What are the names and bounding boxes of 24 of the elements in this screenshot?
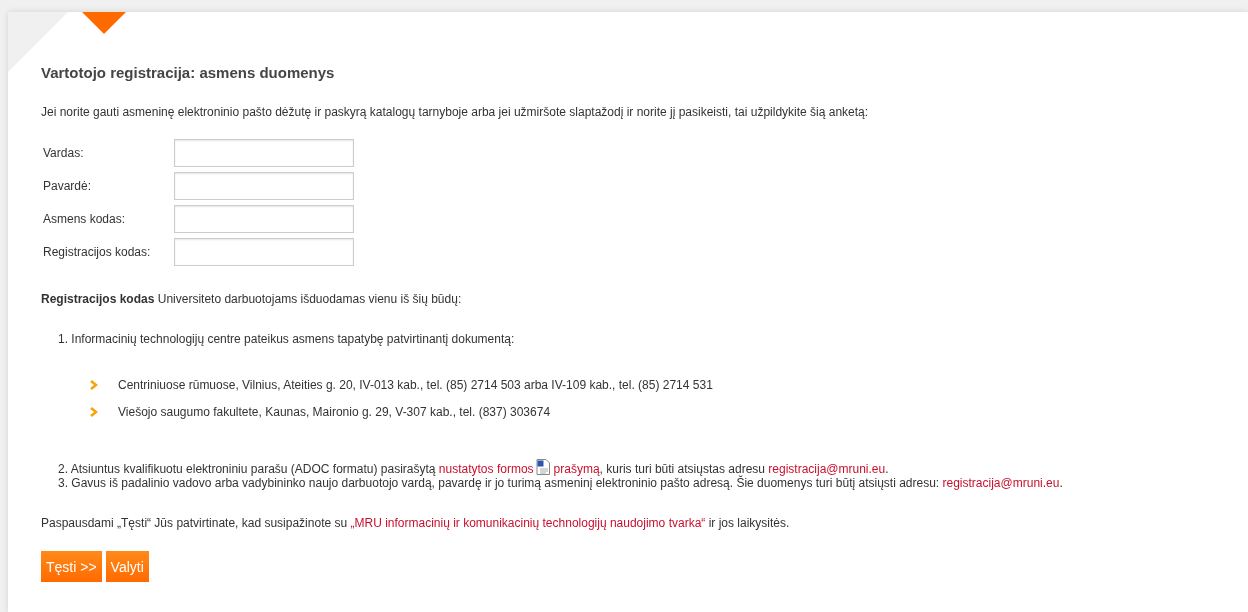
consent-text: Paspausdami „Tęsti“ Jūs patvirtinate, kad susipažinote su „MRU informacinių ir komunikacinių technologijų naudojimo tvarka“ ir jos laikysitės. <box>41 516 791 530</box>
list-item: 2. Atsiuntus kvalifikuotu elektroniniu parašu (ADOC formatu) pasirašytą nustatytos formos prašymą, kuris turi būti atsiųstas adresu registracija@mruni.eu. <box>58 459 1248 476</box>
location-text: Viešojo saugumo fakultete, Kaunas, Maironio g. 29, V-307 kab., tel. (837) 303674 <box>118 405 551 419</box>
link[interactable]: „MRU informacinių ir komunikacinių technologijų naudojimo tvarka“ <box>350 516 706 530</box>
registration-note: Registracijos kodas Universiteto darbuotojams išduodamas vienu iš šių būdų: <box>41 292 463 306</box>
input-field[interactable] <box>174 139 354 167</box>
location-text: Centriniuose rūmuose, Vilnius, Ateities g. 20, IV-013 kab., tel. (85) 2714 503 arba IV-109 kab., tel. (85) 2714 531 <box>118 378 713 392</box>
list-item: 3. Gavus iš padalinio vadovo arba vadybininko naujo darbuotojo vardą, pavardę ir jo turimą asmeninį elektroninio pašto adresą. Šie duomenys turi būtį atsiųsti adresu: registracija@mruni.eu. <box>58 476 1064 490</box>
pointer-triangle-icon <box>82 12 126 34</box>
list-item: 1. Informacinių technologijų centre pateikus asmens tapatybę patvirtinantį dokumentą: <box>58 332 516 346</box>
intro-text: Jei norite gauti asmeninę elektroninio pašto dėžutę ir paskyrą katalogų tarnyboje arba jei užmiršote slaptažodį ir norite jį pasikeisti, tai užpildykite šią anketą: <box>41 105 870 119</box>
input-field[interactable] <box>174 205 354 233</box>
field-label: Vardas: <box>43 146 85 160</box>
chevron-icon <box>90 380 98 390</box>
chevron-icon <box>90 407 98 417</box>
input-field[interactable] <box>174 172 354 200</box>
link[interactable]: nustatytos formos <box>438 462 534 476</box>
page-title: Vartotojo registracija: asmens duomenys <box>41 64 336 81</box>
field-label: Registracijos kodas: <box>43 245 152 259</box>
field-label: Asmens kodas: <box>43 212 127 226</box>
field-label: Pavardė: <box>43 179 93 193</box>
document-icon[interactable] <box>535 459 550 475</box>
link[interactable]: prašymą <box>553 462 600 476</box>
input-field[interactable] <box>174 238 354 266</box>
